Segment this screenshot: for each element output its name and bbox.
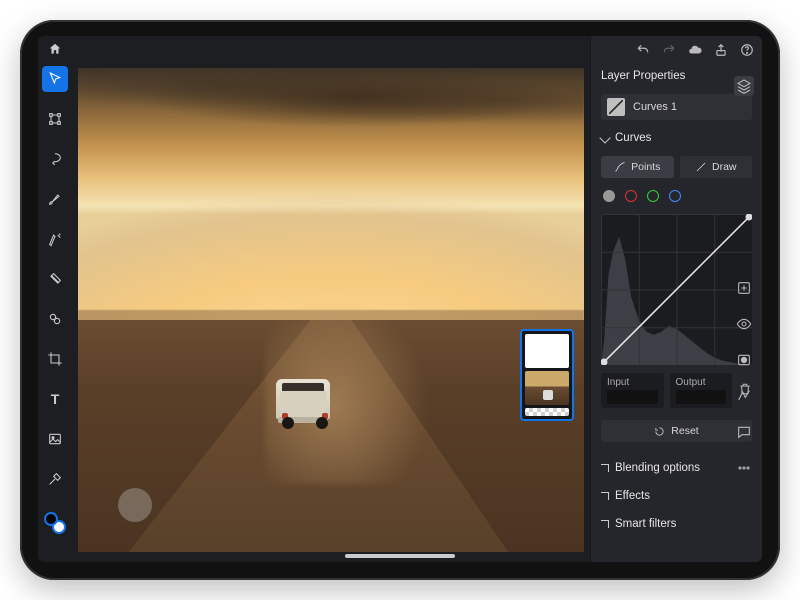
image-content (78, 68, 584, 552)
input-field[interactable]: Input (601, 373, 664, 408)
chevron-down-icon (599, 132, 610, 143)
home-icon[interactable] (48, 42, 62, 59)
clone-tool[interactable] (42, 306, 68, 332)
chevron-right-icon (601, 492, 609, 500)
chevron-right-icon (601, 520, 609, 528)
comments-icon[interactable] (734, 422, 754, 442)
right-rail (730, 36, 758, 562)
color-swatch[interactable] (44, 512, 66, 534)
tab-points[interactable]: Points (601, 156, 674, 178)
adjustments-icon[interactable] (734, 386, 754, 406)
add-layer-icon[interactable] (734, 278, 754, 298)
channel-green[interactable] (647, 190, 659, 202)
crop-tool[interactable] (42, 346, 68, 372)
canvas-area (72, 36, 590, 562)
layer-thumb-image[interactable] (525, 371, 569, 405)
place-image-tool[interactable] (42, 426, 68, 452)
quick-select-tool[interactable] (42, 226, 68, 252)
redo-icon[interactable] (662, 43, 676, 57)
curve-handle-shadow[interactable] (601, 358, 608, 365)
chevron-right-icon (601, 464, 609, 472)
output-field[interactable]: Output (670, 373, 733, 408)
lasso-tool[interactable] (42, 146, 68, 172)
type-tool[interactable]: T (42, 386, 68, 412)
channel-rgb[interactable] (603, 190, 615, 202)
undo-icon[interactable] (636, 43, 650, 57)
home-indicator (345, 554, 455, 558)
cloud-icon[interactable] (688, 43, 702, 57)
floating-layer-stack[interactable] (520, 329, 574, 421)
canvas[interactable] (78, 68, 584, 552)
device-frame: T (20, 20, 780, 580)
left-toolbar: T (38, 36, 72, 562)
eyedropper-tool[interactable] (42, 466, 68, 492)
channel-red[interactable] (625, 190, 637, 202)
layer-thumb-mask[interactable] (525, 334, 569, 368)
visibility-icon[interactable] (734, 314, 754, 334)
channel-blue[interactable] (669, 190, 681, 202)
transform-tool[interactable] (42, 106, 68, 132)
curves-icon (607, 98, 625, 116)
mask-icon[interactable] (734, 350, 754, 370)
move-tool[interactable] (42, 66, 68, 92)
share-icon[interactable] (714, 43, 728, 57)
active-layer-name: Curves 1 (633, 101, 677, 113)
layers-icon[interactable] (734, 76, 754, 96)
brush-tool[interactable] (42, 186, 68, 212)
touch-shortcut[interactable] (118, 488, 152, 522)
top-bar (38, 36, 762, 64)
layer-thumb-handle[interactable] (525, 408, 569, 416)
app-screen: T (38, 36, 762, 562)
spot-heal-tool[interactable] (42, 266, 68, 292)
more-icon[interactable] (734, 458, 754, 478)
